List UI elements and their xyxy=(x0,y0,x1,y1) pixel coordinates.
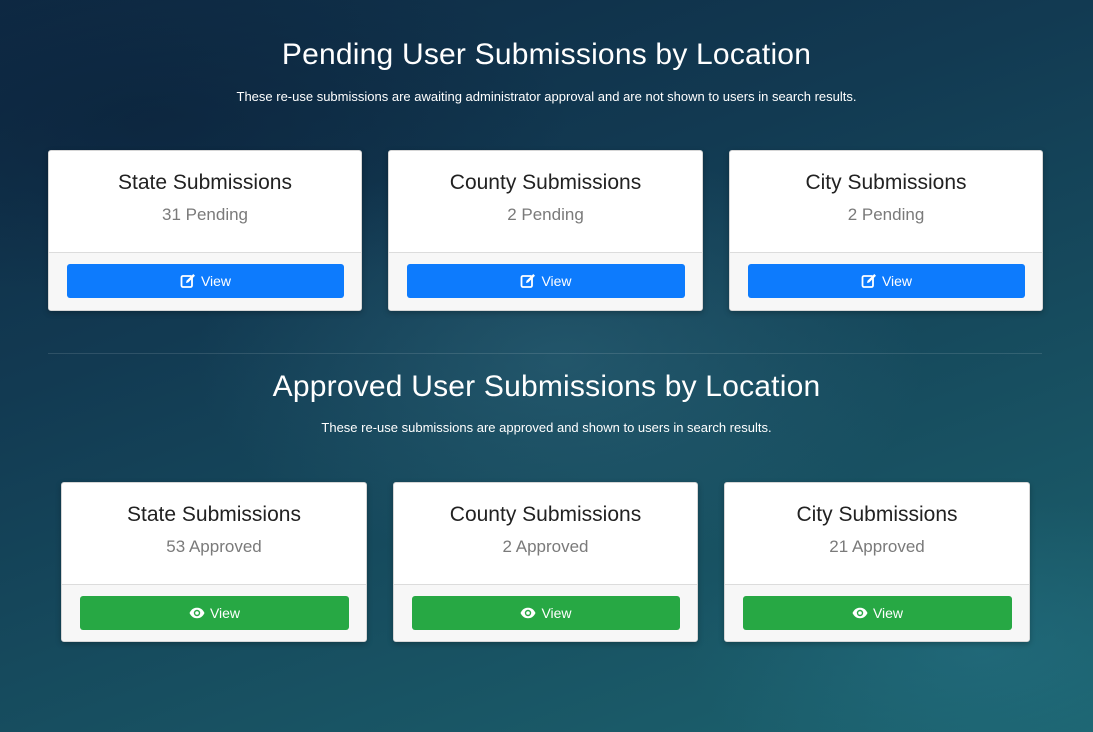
approved-count: 21 Approved xyxy=(829,537,925,556)
card-title: State Submissions xyxy=(127,503,301,526)
pending-county-card: County Submissions 2 Pending View xyxy=(388,150,703,311)
pending-section-title: Pending User Submissions by Location xyxy=(281,38,812,71)
approved-city-card: City Submissions 21 Approved View xyxy=(724,482,1030,642)
edit-icon xyxy=(180,273,196,289)
card-title: City Submissions xyxy=(796,503,958,526)
view-pending-state-button[interactable]: View xyxy=(67,264,344,298)
approved-section-title: Approved User Submissions by Location xyxy=(272,370,821,403)
view-approved-city-button[interactable]: View xyxy=(743,596,1012,630)
view-pending-county-button[interactable]: View xyxy=(407,264,685,298)
view-approved-county-button[interactable]: View xyxy=(412,596,680,630)
approved-count: 2 Approved xyxy=(502,537,589,556)
approved-state-card: State Submissions 53 Approved View xyxy=(61,482,367,642)
button-label: View xyxy=(541,605,572,621)
button-label: View xyxy=(209,605,241,621)
edit-icon xyxy=(520,273,536,289)
card-title: State Submissions xyxy=(118,171,292,194)
edit-icon xyxy=(861,273,877,289)
pending-count: 2 Pending xyxy=(507,205,584,224)
view-approved-state-button[interactable]: View xyxy=(80,596,349,630)
section-divider xyxy=(48,353,1042,354)
pending-state-card: State Submissions 31 Pending View xyxy=(48,150,362,311)
eye-icon xyxy=(852,605,868,621)
approved-count: 53 Approved xyxy=(166,537,262,556)
button-label: View xyxy=(200,273,232,289)
eye-icon xyxy=(189,605,205,621)
approved-section-description: These re-use submissions are approved an… xyxy=(321,420,772,435)
button-label: View xyxy=(881,273,913,289)
pending-count: 2 Pending xyxy=(847,205,925,224)
approved-county-card: County Submissions 2 Approved View xyxy=(393,482,698,642)
card-title: City Submissions xyxy=(805,171,967,194)
pending-count: 31 Pending xyxy=(161,205,249,224)
button-label: View xyxy=(541,273,572,289)
pending-section-description: These re-use submissions are awaiting ad… xyxy=(236,89,857,104)
card-title: County Submissions xyxy=(449,171,642,194)
view-pending-city-button[interactable]: View xyxy=(748,264,1025,298)
card-title: County Submissions xyxy=(449,503,642,526)
button-label: View xyxy=(872,605,904,621)
pending-city-card: City Submissions 2 Pending View xyxy=(729,150,1043,311)
eye-icon xyxy=(520,605,536,621)
